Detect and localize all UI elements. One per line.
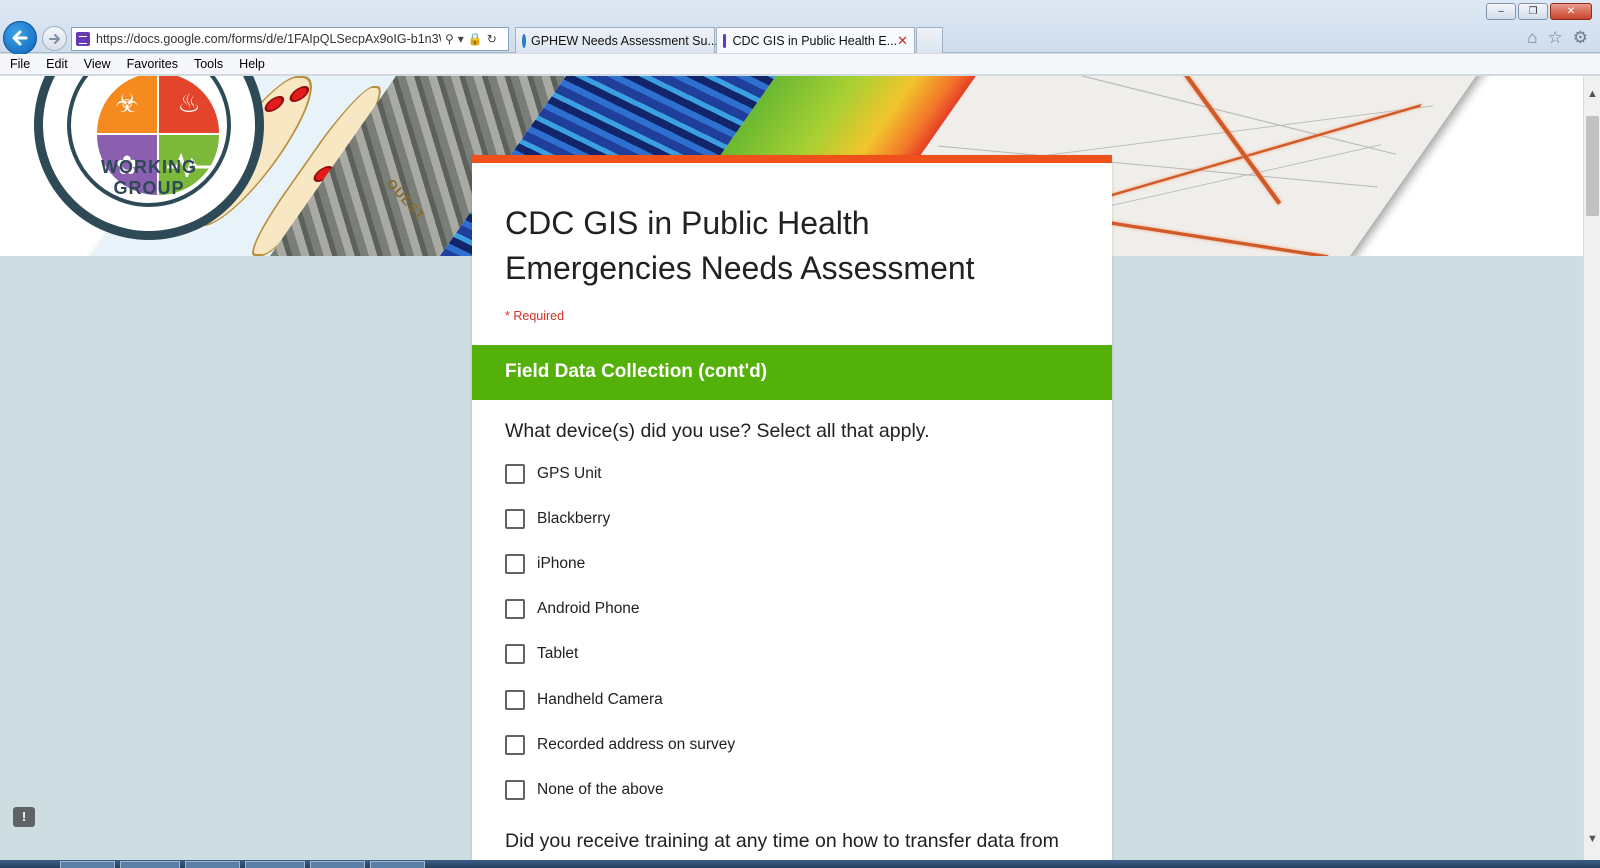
option-handheld-camera[interactable]: Handheld Camera [505, 677, 1065, 722]
favorites-star-icon[interactable]: ☆ [1548, 28, 1563, 48]
checkbox[interactable] [505, 599, 525, 620]
checkbox[interactable] [505, 689, 525, 710]
dropdown-icon[interactable]: ▾ [458, 32, 464, 46]
option-recorded-address[interactable]: Recorded address on survey [505, 722, 1065, 767]
refresh-icon[interactable]: ↻ [487, 32, 497, 46]
taskbar-item[interactable] [120, 861, 180, 868]
forward-button[interactable] [42, 26, 67, 51]
new-tab-button[interactable] [916, 27, 943, 53]
forms-favicon-icon [723, 33, 727, 48]
search-icon[interactable]: ⚲ [445, 32, 454, 46]
option-label: GPS Unit [537, 464, 602, 482]
option-blackberry[interactable]: Blackberry [505, 496, 1065, 541]
os-taskbar [0, 860, 1600, 868]
option-none-of-the-above[interactable]: None of the above [505, 767, 1065, 812]
checkbox[interactable] [505, 463, 525, 484]
address-bar[interactable]: https://docs.google.com/forms/d/e/1FAIpQ… [71, 27, 509, 51]
option-gps-unit[interactable]: GPS Unit [505, 451, 1065, 496]
url-text[interactable]: https://docs.google.com/forms/d/e/1FAIpQ… [96, 32, 441, 46]
option-label: Tablet [537, 645, 579, 663]
option-label: Recorded address on survey [537, 735, 736, 753]
arrow-right-icon [48, 33, 60, 44]
option-label: Blackberry [537, 509, 611, 527]
option-label: Handheld Camera [537, 690, 663, 708]
forms-favicon-icon [76, 32, 90, 46]
menu-edit[interactable]: Edit [46, 57, 68, 71]
lock-icon[interactable]: 🔒 [468, 32, 483, 46]
option-android-phone[interactable]: Android Phone [505, 587, 1065, 632]
option-label: Android Phone [537, 600, 640, 618]
tab-label: GPHEW Needs Assessment Su... [531, 33, 718, 48]
taskbar-item[interactable] [370, 861, 425, 868]
checkbox[interactable] [505, 508, 525, 529]
checkbox-options: GPS Unit Blackberry iPhone Android Phone… [505, 451, 1065, 813]
restore-button[interactable]: ❐ [1518, 3, 1548, 20]
ie-page-icon [522, 33, 526, 48]
question-title: What device(s) did you use? Select all t… [505, 420, 930, 442]
option-tablet[interactable]: Tablet [505, 632, 1065, 677]
window-close-button[interactable]: ✕ [1550, 3, 1592, 20]
back-button[interactable] [3, 21, 37, 55]
arrow-left-icon [12, 30, 28, 46]
checkbox[interactable] [505, 553, 525, 574]
next-question-title: Did you receive training at any time on … [505, 830, 1059, 852]
menu-bar: File Edit View Favorites Tools Help [0, 54, 1600, 75]
tab-label: CDC GIS in Public Health E... [732, 33, 898, 48]
required-note: * Required [505, 309, 565, 323]
section-title: Field Data Collection (cont'd) [505, 361, 768, 382]
menu-view[interactable]: View [84, 57, 111, 71]
tab-gphew[interactable]: GPHEW Needs Assessment Su... [515, 27, 718, 53]
home-icon[interactable]: ⌂ [1527, 28, 1537, 48]
logo-text-working-group: WORKING GROUP [101, 157, 197, 198]
taskbar-item[interactable] [245, 861, 305, 868]
option-label: iPhone [537, 554, 586, 572]
scroll-thumb[interactable] [1586, 116, 1599, 216]
taskbar-item[interactable] [185, 861, 240, 868]
scroll-up-arrow-icon[interactable]: ▲ [1584, 86, 1600, 103]
scroll-down-arrow-icon[interactable]: ▼ [1584, 831, 1600, 848]
minimize-button[interactable]: – [1486, 3, 1516, 20]
checkbox[interactable] [505, 734, 525, 755]
report-feedback-icon[interactable]: ! [13, 807, 35, 827]
taskbar-item[interactable] [60, 861, 115, 868]
form-card: CDC GIS in Public Health Emergencies Nee… [472, 155, 1112, 860]
menu-tools[interactable]: Tools [194, 57, 223, 71]
form-title: CDC GIS in Public Health Emergencies Nee… [505, 205, 975, 286]
menu-help[interactable]: Help [239, 57, 265, 71]
browser-titlebar: https://docs.google.com/forms/d/e/1FAIpQ… [0, 0, 1600, 55]
gear-icon[interactable]: ⚙ [1573, 28, 1588, 48]
tab-cdc-gis[interactable]: CDC GIS in Public Health E... ✕ [716, 27, 915, 53]
section-header: Field Data Collection (cont'd) [472, 345, 1112, 400]
menu-file[interactable]: File [10, 57, 30, 71]
option-iphone[interactable]: iPhone [505, 541, 1065, 586]
checkbox[interactable] [505, 779, 525, 800]
taskbar-item[interactable] [310, 861, 365, 868]
vertical-scrollbar[interactable]: ▲ ▼ [1583, 76, 1600, 860]
close-tab-icon[interactable]: ✕ [897, 33, 908, 49]
option-label: None of the above [537, 780, 664, 798]
checkbox[interactable] [505, 644, 525, 665]
menu-favorites[interactable]: Favorites [127, 57, 178, 71]
page-viewport: OUEST ☣ ♨ ✿ WORKING GROUP CDC GIS in Pub… [0, 76, 1583, 860]
